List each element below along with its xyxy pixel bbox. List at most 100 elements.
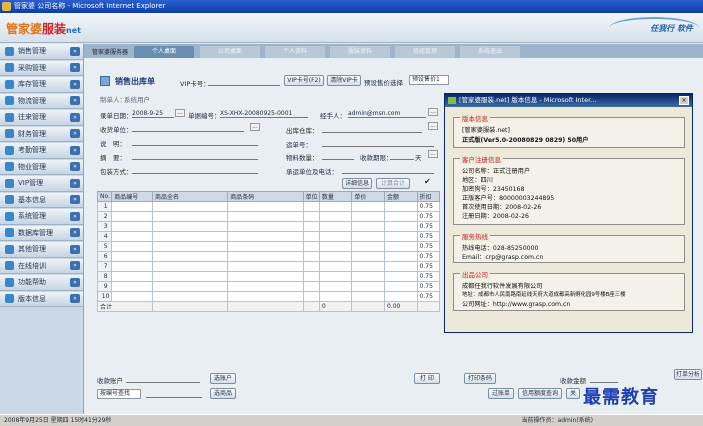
tab-exit[interactable]: 系统退出: [460, 46, 520, 58]
table-cell[interactable]: [227, 241, 304, 252]
table-cell[interactable]: [318, 221, 353, 232]
clear-vip-button[interactable]: 清除VIP卡: [327, 75, 361, 86]
table-cell[interactable]: [318, 251, 353, 262]
table-cell[interactable]: [383, 261, 418, 272]
goods-grid[interactable]: No. 商品编号 商品全名 商品条码 单位 数量 单价 金额 折扣 1 0.75 2…: [96, 191, 441, 312]
sidebar-item[interactable]: 其他管理 »: [0, 242, 83, 258]
abstract-input[interactable]: [132, 151, 258, 160]
close-button[interactable]: 关: [566, 388, 580, 399]
packing-input[interactable]: [132, 165, 258, 174]
table-cell[interactable]: [351, 241, 385, 252]
table-cell[interactable]: [111, 281, 153, 292]
table-cell[interactable]: [227, 261, 304, 272]
table-cell[interactable]: [383, 231, 418, 242]
chevron-right-icon[interactable]: »: [70, 96, 80, 106]
table-cell[interactable]: 0.75: [416, 291, 441, 302]
table-cell[interactable]: [318, 241, 353, 252]
summary-input[interactable]: [132, 137, 258, 146]
table-cell[interactable]: [318, 211, 353, 222]
sidebar-item[interactable]: 数据库管理 »: [0, 225, 83, 241]
table-cell[interactable]: [227, 251, 304, 262]
sidebar-item[interactable]: 在线培训 »: [0, 258, 83, 274]
warehouse-picker-button[interactable]: ...: [428, 122, 438, 130]
table-row[interactable]: 8 0.75: [96, 271, 441, 282]
table-cell[interactable]: [302, 211, 320, 222]
vip-card-button[interactable]: VIP卡号(F2): [284, 75, 324, 86]
table-cell[interactable]: [227, 291, 304, 302]
table-cell[interactable]: [111, 201, 153, 212]
table-row[interactable]: 10 0.75: [96, 291, 441, 302]
table-cell[interactable]: [227, 231, 304, 242]
table-cell[interactable]: [227, 201, 304, 212]
table-cell[interactable]: [111, 231, 153, 242]
account-input[interactable]: [126, 374, 200, 383]
credit-query-button[interactable]: 信用额度查询: [518, 388, 562, 399]
table-cell[interactable]: [383, 271, 418, 282]
table-cell[interactable]: [302, 231, 320, 242]
chevron-right-icon[interactable]: »: [70, 211, 80, 221]
date-input[interactable]: 2008-9-25: [132, 109, 174, 118]
chevron-right-icon[interactable]: »: [70, 178, 80, 188]
payment-picker-button[interactable]: ...: [428, 150, 438, 158]
table-cell[interactable]: [351, 221, 385, 232]
table-cell[interactable]: [111, 211, 153, 222]
table-cell[interactable]: [151, 291, 229, 302]
chevron-right-icon[interactable]: »: [70, 79, 80, 89]
sidebar-item[interactable]: 功能帮助 »: [0, 275, 83, 291]
search-select[interactable]: 按编号查找: [97, 389, 141, 399]
table-cell[interactable]: [111, 251, 153, 262]
table-cell[interactable]: 0.75: [416, 201, 441, 212]
warehouse-input[interactable]: [322, 124, 422, 133]
sidebar-item[interactable]: VIP管理 »: [0, 176, 83, 192]
search-input[interactable]: [146, 389, 202, 398]
chevron-right-icon[interactable]: »: [70, 195, 80, 205]
tab-clothing-data[interactable]: 服装资料: [330, 46, 390, 58]
table-cell[interactable]: [318, 231, 353, 242]
table-cell[interactable]: [302, 251, 320, 262]
date-picker-button[interactable]: ...: [175, 109, 185, 117]
sidebar-item[interactable]: 库存管理 »: [0, 77, 83, 93]
select-goods-button[interactable]: 选商品: [210, 388, 236, 399]
table-cell[interactable]: [151, 201, 229, 212]
table-cell[interactable]: 0.75: [416, 221, 441, 232]
vip-card-input[interactable]: [208, 77, 280, 86]
doc-no-input[interactable]: XS-XHX-20080925-0001: [220, 109, 308, 118]
table-row[interactable]: 1 0.75: [96, 201, 441, 212]
table-cell[interactable]: [111, 271, 153, 282]
sidebar-item[interactable]: 考勤管理 »: [0, 143, 83, 159]
sidebar-item[interactable]: 基本信息 »: [0, 192, 83, 208]
table-cell[interactable]: [227, 281, 304, 292]
chevron-right-icon[interactable]: »: [70, 63, 80, 73]
table-row[interactable]: 3 0.75: [96, 221, 441, 232]
calc-total-button[interactable]: 计算合计: [376, 178, 410, 189]
table-cell[interactable]: [318, 281, 353, 292]
table-cell[interactable]: [351, 261, 385, 272]
table-cell[interactable]: [302, 241, 320, 252]
handler-picker-button[interactable]: ...: [428, 108, 438, 116]
table-cell[interactable]: [111, 221, 153, 232]
table-cell[interactable]: [383, 221, 418, 232]
tab-team-management[interactable]: 班组管理: [395, 46, 455, 58]
table-cell[interactable]: [351, 291, 385, 302]
table-cell[interactable]: [111, 291, 153, 302]
table-cell[interactable]: [383, 281, 418, 292]
table-cell[interactable]: [151, 251, 229, 262]
table-row[interactable]: 2 0.75: [96, 211, 441, 222]
table-cell[interactable]: [351, 281, 385, 292]
table-row[interactable]: 9 0.75: [96, 281, 441, 292]
table-cell[interactable]: [383, 211, 418, 222]
table-cell[interactable]: [383, 201, 418, 212]
chevron-right-icon[interactable]: »: [70, 112, 80, 122]
sidebar-item[interactable]: 采购管理 »: [0, 60, 83, 76]
recv-unit-picker-button[interactable]: ...: [250, 123, 260, 131]
calc-check-icon[interactable]: ✔: [424, 177, 431, 186]
chevron-right-icon[interactable]: »: [70, 244, 80, 254]
table-cell[interactable]: [302, 221, 320, 232]
sidebar-item[interactable]: 往来管理 »: [0, 110, 83, 126]
carrier-input[interactable]: [342, 165, 434, 174]
table-row[interactable]: 5 0.75: [96, 241, 441, 252]
table-cell[interactable]: [227, 211, 304, 222]
chevron-right-icon[interactable]: »: [70, 46, 80, 56]
table-cell[interactable]: [302, 271, 320, 282]
table-row[interactable]: 6 0.75: [96, 251, 441, 262]
